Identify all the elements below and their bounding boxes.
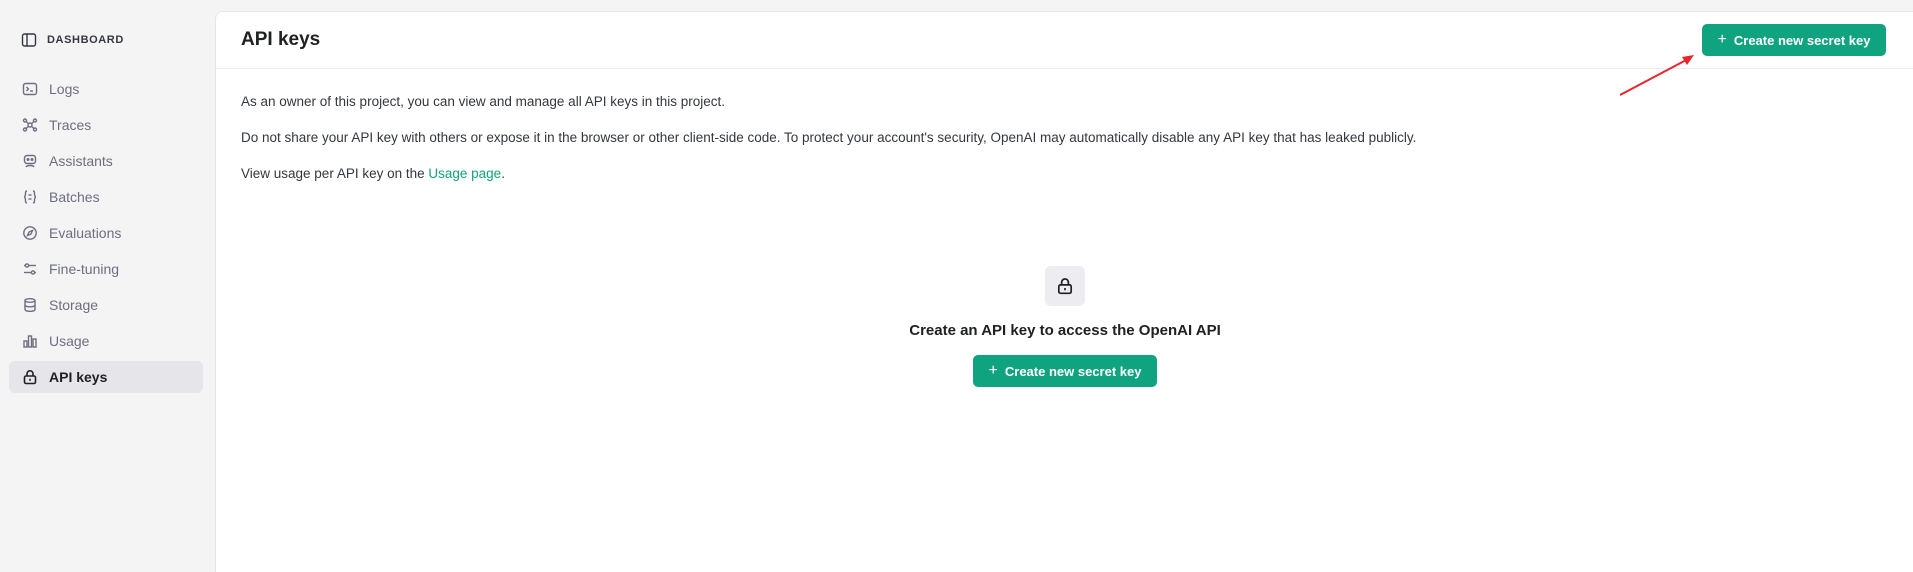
- sidebar-item-usage[interactable]: Usage: [9, 325, 203, 357]
- sidebar-item-assistants[interactable]: Assistants: [9, 145, 203, 177]
- create-secret-key-button-empty[interactable]: + Create new secret key: [973, 355, 1157, 387]
- sidebar-item-label: Traces: [49, 117, 92, 133]
- security-warning: Do not share your API key with others or…: [241, 130, 1417, 145]
- sidebar-item-label: Usage: [49, 333, 90, 349]
- robot-icon: [21, 152, 39, 170]
- sidebar-item-label: API keys: [49, 369, 108, 385]
- sidebar-item-storage[interactable]: Storage: [9, 289, 203, 321]
- sidebar-item-label: Evaluations: [49, 225, 122, 241]
- lock-icon: [21, 368, 39, 386]
- sidebar-header-label: DASHBOARD: [47, 34, 124, 46]
- create-secret-key-label: Create new secret key: [1733, 32, 1871, 48]
- sidebar-panel-icon: [21, 32, 37, 48]
- usage-note: View usage per API key on the Usage page…: [241, 166, 1416, 182]
- owner-note: As an owner of this project, you can vie…: [241, 94, 726, 109]
- sidebar-item-label: Batches: [49, 189, 100, 205]
- sidebar-item-traces[interactable]: Traces: [9, 109, 203, 141]
- braces-icon: [21, 188, 39, 206]
- empty-state-title: Create an API key to access the OpenAI A…: [909, 322, 1221, 339]
- page-title: API keys: [241, 29, 321, 50]
- empty-state: Create an API key to access the OpenAI A…: [216, 266, 1913, 387]
- sidebar-item-logs[interactable]: Logs: [9, 73, 203, 105]
- sidebar-header[interactable]: DASHBOARD: [21, 32, 124, 48]
- page-description: As an owner of this project, you can vie…: [241, 94, 1416, 202]
- sidebar-item-label: Assistants: [49, 153, 113, 169]
- sidebar-item-batches[interactable]: Batches: [9, 181, 203, 213]
- plus-icon: +: [988, 362, 998, 379]
- empty-state-icon-box: [1045, 266, 1085, 306]
- usage-note-suffix: .: [501, 166, 505, 181]
- sidebar-item-api-keys[interactable]: API keys: [9, 361, 203, 393]
- sidebar-item-fine-tuning[interactable]: Fine-tuning: [9, 253, 203, 285]
- sidebar-nav: Logs Traces Assistants Batches Evaluatio…: [9, 73, 203, 397]
- sidebar-item-label: Fine-tuning: [49, 261, 120, 277]
- sidebar-item-evaluations[interactable]: Evaluations: [9, 217, 203, 249]
- create-secret-key-label: Create new secret key: [1004, 363, 1142, 379]
- usage-page-link[interactable]: Usage page: [428, 166, 501, 181]
- sliders-icon: [21, 260, 39, 278]
- lock-icon: [1056, 277, 1074, 295]
- terminal-icon: [21, 80, 39, 98]
- annotation-arrow: [1620, 55, 1694, 96]
- sidebar-item-label: Storage: [49, 297, 99, 313]
- plus-icon: +: [1717, 31, 1727, 48]
- database-icon: [21, 296, 39, 314]
- traces-icon: [21, 116, 39, 134]
- bar-chart-icon: [21, 332, 39, 350]
- sidebar: DASHBOARD Logs Traces Assistants Batches…: [0, 0, 214, 572]
- compass-icon: [21, 224, 39, 242]
- usage-note-prefix: View usage per API key on the: [241, 166, 429, 181]
- sidebar-item-label: Logs: [49, 81, 80, 97]
- create-secret-key-button[interactable]: + Create new secret key: [1702, 24, 1886, 56]
